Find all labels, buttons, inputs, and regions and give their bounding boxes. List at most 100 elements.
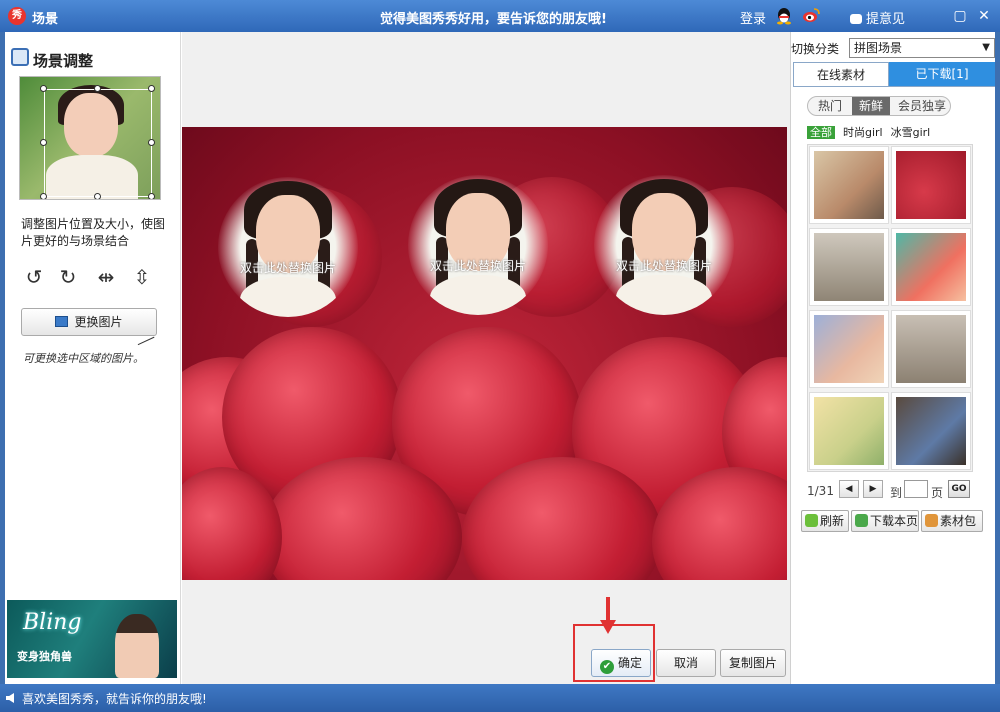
material-item[interactable] <box>809 228 889 306</box>
speaker-icon <box>6 693 14 703</box>
photo-slot-3[interactable]: 双击此处替换图片 <box>594 175 734 315</box>
maximize-icon[interactable]: ▢ <box>952 8 968 24</box>
replace-hint: 可更换选中区域的图片。 <box>23 352 144 365</box>
package-icon <box>925 514 938 527</box>
status-bar: 喜欢美图秀秀，就告诉你的朋友哦! <box>0 684 1000 712</box>
material-item[interactable] <box>891 392 971 470</box>
resize-handle[interactable] <box>148 193 155 199</box>
login-link[interactable]: 登录 <box>740 8 766 27</box>
filter-pills: 热门 新鲜 会员独享 <box>807 96 951 116</box>
photo-slot-2[interactable]: 双击此处替换图片 <box>408 175 548 315</box>
material-thumbnail <box>896 151 966 219</box>
canvas-area: 双击此处替换图片 双击此处替换图片 双击此处替换图片 ✔ 确定 取消 复制图片 <box>182 32 790 684</box>
feedback-button[interactable]: 提意见 <box>850 8 905 27</box>
material-tabs: 在线素材 已下载[1] <box>793 62 995 86</box>
subfilter-ice-girl[interactable]: 冰雪girl <box>891 126 931 139</box>
material-item[interactable] <box>891 228 971 306</box>
flip-vertical-icon[interactable]: ⇳ <box>131 266 153 288</box>
chat-bubble-icon <box>850 14 862 24</box>
filter-new[interactable]: 新鲜 <box>852 97 890 115</box>
material-thumbnail <box>814 151 884 219</box>
scene-preview: 双击此处替换图片 双击此处替换图片 双击此处替换图片 <box>182 127 787 580</box>
refresh-button[interactable]: 刷新 <box>801 510 849 532</box>
resize-handle[interactable] <box>40 85 47 92</box>
category-select[interactable]: 拼图场景 ▼ <box>849 38 995 58</box>
tab-downloaded[interactable]: 已下载[1] <box>889 62 995 86</box>
slot-body <box>430 275 526 315</box>
material-item[interactable] <box>891 146 971 224</box>
material-pack-button[interactable]: 素材包 <box>921 510 983 532</box>
slot-body <box>616 275 712 315</box>
cancel-button[interactable]: 取消 <box>656 649 716 677</box>
banner-portrait <box>115 614 159 678</box>
app-logo-icon: 秀 <box>8 7 26 25</box>
copy-image-button[interactable]: 复制图片 <box>720 649 786 677</box>
refresh-icon <box>805 514 818 527</box>
material-item[interactable] <box>891 310 971 388</box>
material-grid <box>807 144 973 472</box>
resize-handle[interactable] <box>40 193 47 199</box>
slot-caption: 双击此处替换图片 <box>239 261 336 275</box>
next-page-button[interactable]: ▶ <box>863 480 883 498</box>
qq-icon[interactable] <box>776 7 792 25</box>
replace-image-button[interactable]: 更换图片 <box>21 308 157 336</box>
page-number-input[interactable] <box>904 480 928 498</box>
confirm-button[interactable]: ✔ 确定 <box>591 649 651 677</box>
go-button[interactable]: GO <box>948 480 970 498</box>
resize-handle[interactable] <box>148 85 155 92</box>
status-message: 喜欢美图秀秀，就告诉你的朋友哦! <box>22 692 207 706</box>
material-thumbnail <box>814 315 884 383</box>
material-thumbnail <box>896 397 966 465</box>
prev-page-button[interactable]: ◀ <box>839 480 859 498</box>
page-indicator: 1/31 <box>807 484 834 498</box>
check-icon: ✔ <box>599 660 614 674</box>
window-title: 场景 <box>32 12 59 27</box>
title-bar: 秀 场景 觉得美图秀秀好用，要告诉您的朋友哦! 登录 提意见 ▢ ✕ <box>0 0 1000 32</box>
banner-subtitle: 变身独角兽 <box>17 650 72 663</box>
rotate-right-icon[interactable]: ↻ <box>57 266 79 288</box>
to-label: 到 <box>890 486 903 500</box>
slogan: 觉得美图秀秀好用，要告诉您的朋友哦! <box>380 12 607 27</box>
crop-selection[interactable] <box>44 89 152 197</box>
slot-caption: 双击此处替换图片 <box>615 259 712 273</box>
material-panel: 切换分类 拼图场景 ▼ 在线素材 已下载[1] 热门 新鲜 会员独享 全部 时尚gi… <box>790 32 995 684</box>
scene-adjust-panel: 场景调整 调整图片位置及大小，使图片更好的与场景结合 ↺ ↻ ⇹ ⇳ 更换图片 … <box>5 32 181 684</box>
dropdown-arrow-icon: ▼ <box>982 42 990 53</box>
resize-handle[interactable] <box>94 193 101 199</box>
resize-handle[interactable] <box>94 85 101 92</box>
rotate-left-icon[interactable]: ↺ <box>23 266 45 288</box>
subfilter-fashion-girl[interactable]: 时尚girl <box>843 126 883 139</box>
adjust-description: 调整图片位置及大小，使图片更好的与场景结合 <box>21 217 166 248</box>
material-item[interactable] <box>809 146 889 224</box>
subfilter-all[interactable]: 全部 <box>807 126 835 139</box>
page-label: 页 <box>931 486 944 500</box>
tab-divider <box>793 86 995 87</box>
material-item[interactable] <box>809 310 889 388</box>
flip-horizontal-icon[interactable]: ⇹ <box>95 266 117 288</box>
promo-banner[interactable]: Bling 变身独角兽 <box>7 600 177 678</box>
subfilter-row: 全部 时尚girl 冰雪girl <box>807 124 938 140</box>
close-icon[interactable]: ✕ <box>976 8 992 24</box>
weibo-icon[interactable] <box>802 7 820 23</box>
filter-vip[interactable]: 会员独享 <box>892 97 950 115</box>
scene-adjust-icon <box>11 48 29 66</box>
material-thumbnail <box>814 233 884 301</box>
download-page-button[interactable]: 下载本页 <box>851 510 919 532</box>
resize-handle[interactable] <box>148 139 155 146</box>
photo-slot-1[interactable]: 双击此处替换图片 <box>218 177 358 317</box>
banner-title: Bling <box>23 610 82 635</box>
material-item[interactable] <box>809 392 889 470</box>
download-icon <box>855 514 868 527</box>
photo-thumbnail[interactable] <box>19 76 161 200</box>
dialog-body: 场景调整 调整图片位置及大小，使图片更好的与场景结合 ↺ ↻ ⇹ ⇳ 更换图片 … <box>5 32 995 684</box>
resize-handle[interactable] <box>40 139 47 146</box>
filter-hot[interactable]: 热门 <box>808 97 852 115</box>
slot-body <box>240 277 336 317</box>
slot-caption: 双击此处替换图片 <box>429 259 526 273</box>
material-thumbnail <box>814 397 884 465</box>
category-label: 切换分类 <box>791 42 840 56</box>
material-thumbnail <box>896 233 966 301</box>
image-icon <box>55 316 69 327</box>
tab-online-materials[interactable]: 在线素材 <box>793 62 889 86</box>
material-thumbnail <box>896 315 966 383</box>
